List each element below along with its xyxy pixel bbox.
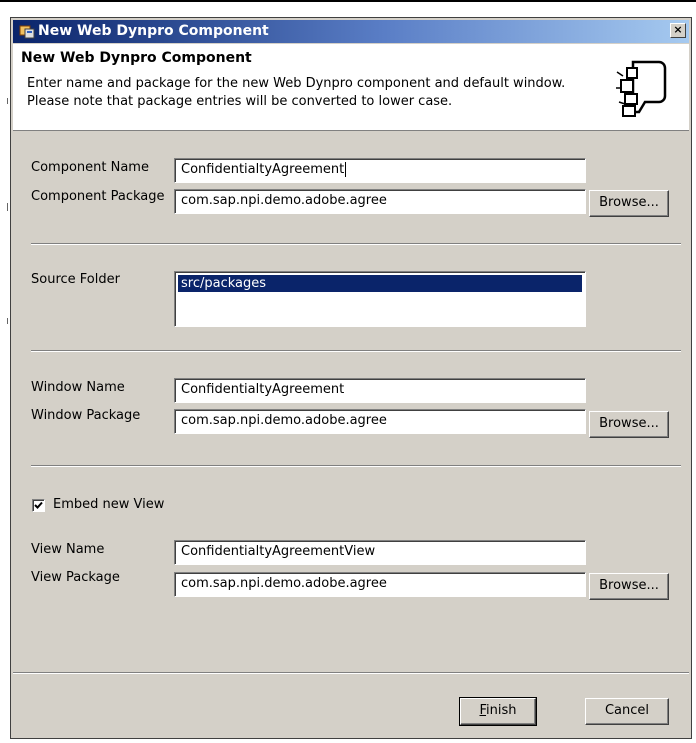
view-name-label: View Name bbox=[31, 542, 105, 557]
view-package-field[interactable]: com.sap.npi.demo.adobe.agree bbox=[174, 572, 586, 597]
edge-mark bbox=[7, 318, 8, 324]
new-component-dialog: New Web Dynpro Component × New Web Dynpr… bbox=[10, 17, 692, 739]
header-description-line: Please note that package entries will be… bbox=[27, 94, 453, 109]
separator bbox=[31, 243, 681, 245]
view-package-label: View Package bbox=[31, 570, 120, 585]
header-description-line: Enter name and package for the new Web D… bbox=[27, 76, 566, 91]
component-name-value: ConfidentialtyAgreement bbox=[181, 162, 345, 177]
view-name-field[interactable]: ConfidentialtyAgreementView bbox=[174, 540, 586, 565]
component-name-field[interactable]: ConfidentialtyAgreement bbox=[174, 158, 586, 183]
header-title: New Web Dynpro Component bbox=[21, 50, 252, 66]
window-package-label: Window Package bbox=[31, 408, 141, 423]
embed-view-label[interactable]: Embed new View bbox=[53, 497, 164, 512]
component-name-label: Component Name bbox=[31, 160, 149, 175]
separator bbox=[31, 465, 681, 467]
checkmark-icon bbox=[34, 501, 43, 509]
cancel-button[interactable]: Cancel bbox=[585, 698, 669, 725]
window-name-label: Window Name bbox=[31, 380, 125, 395]
source-folder-label: Source Folder bbox=[31, 272, 120, 287]
finish-button[interactable]: Finish bbox=[459, 697, 537, 726]
component-browse-button[interactable]: Browse... bbox=[589, 190, 669, 217]
wizard-puzzle-icon bbox=[616, 60, 667, 117]
source-folder-item[interactable]: src/packages bbox=[178, 275, 582, 292]
window-browse-button[interactable]: Browse... bbox=[589, 411, 669, 438]
component-package-field[interactable]: com.sap.npi.demo.adobe.agree bbox=[174, 189, 586, 214]
text-caret bbox=[345, 162, 347, 177]
view-browse-button[interactable]: Browse... bbox=[589, 573, 669, 600]
component-package-label: Component Package bbox=[31, 189, 165, 204]
separator bbox=[31, 350, 681, 352]
close-button[interactable]: × bbox=[670, 23, 686, 38]
edge-mark bbox=[7, 203, 8, 211]
window-package-field[interactable]: com.sap.npi.demo.adobe.agree bbox=[174, 409, 586, 434]
source-folder-list[interactable]: src/packages bbox=[174, 271, 586, 327]
page-top-rule bbox=[0, 0, 696, 2]
edge-mark bbox=[7, 98, 8, 104]
finish-label: inish bbox=[486, 703, 517, 718]
title-bar[interactable]: New Web Dynpro Component × bbox=[13, 20, 689, 43]
wizard-header: New Web Dynpro Component Enter name and … bbox=[13, 44, 689, 131]
window-name-field[interactable]: ConfidentialtyAgreement bbox=[174, 378, 586, 403]
header-description: Enter name and package for the new Web D… bbox=[27, 75, 565, 111]
window-title: New Web Dynpro Component bbox=[38, 23, 269, 39]
web-dynpro-app-icon bbox=[19, 25, 35, 39]
embed-view-checkbox[interactable] bbox=[32, 499, 45, 512]
footer-separator bbox=[13, 672, 689, 674]
